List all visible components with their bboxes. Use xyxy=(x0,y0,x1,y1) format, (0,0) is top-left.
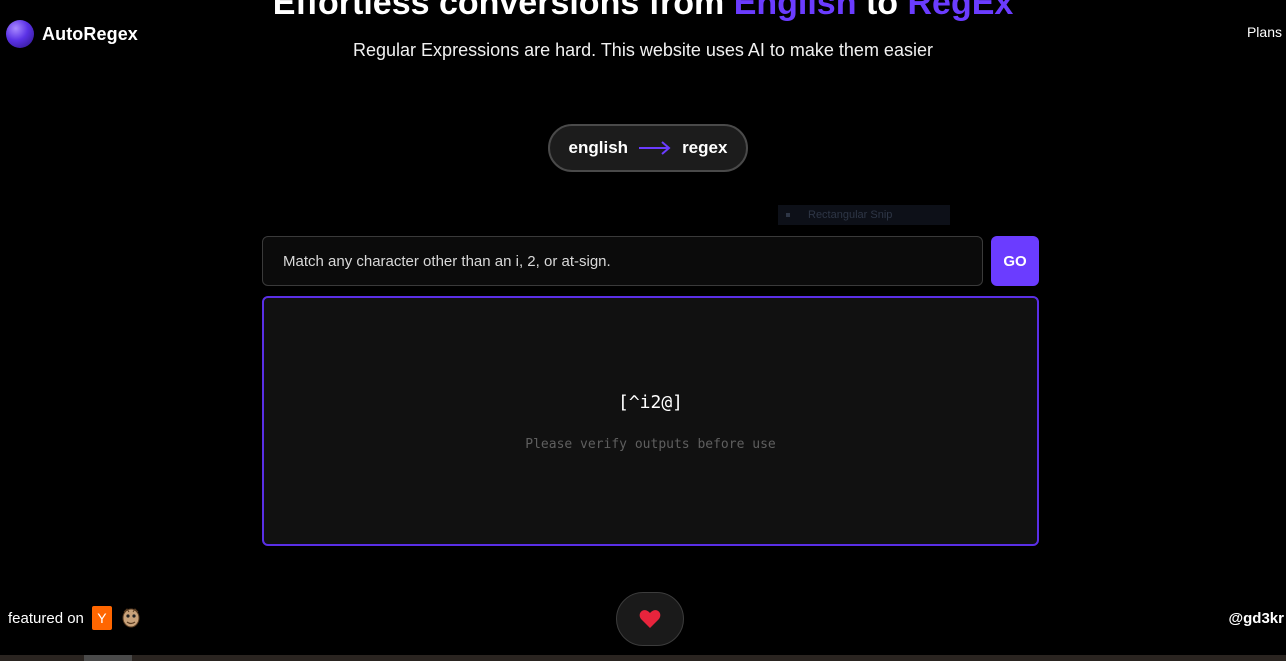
mode-toggle[interactable]: english regex xyxy=(548,124,748,172)
snip-label: Rectangular Snip xyxy=(808,209,893,221)
author-handle[interactable]: @gd3kr xyxy=(1229,610,1284,627)
featured-on: featured on Y xyxy=(8,606,142,630)
bottom-strip-segment xyxy=(84,655,132,661)
hero-title: Effortless conversions from English to R… xyxy=(0,0,1286,23)
output-panel: [^i2@] Please verify outputs before use xyxy=(262,296,1039,546)
output-disclaimer: Please verify outputs before use xyxy=(525,437,776,452)
hero-subtitle: Regular Expressions are hard. This websi… xyxy=(353,40,933,60)
mode-from-label: english xyxy=(568,138,629,157)
output-regex[interactable]: [^i2@] xyxy=(264,392,1037,413)
query-input-value: Match any character other than an i, 2, … xyxy=(283,252,611,270)
arrow-right-icon xyxy=(639,141,671,155)
bottom-strip xyxy=(0,655,1286,661)
snip-tooltip: Rectangular Snip xyxy=(778,205,950,225)
hero-title-regex: RegEx xyxy=(907,0,1014,22)
hero-title-part1: Effortless conversions from xyxy=(272,0,734,22)
mode-to-label: regex xyxy=(682,138,728,157)
heart-button[interactable] xyxy=(616,592,684,646)
product-hunt-mascot-icon[interactable] xyxy=(120,606,142,630)
snip-icon xyxy=(786,213,790,217)
go-button[interactable]: GO xyxy=(991,236,1039,286)
hero-title-english: English xyxy=(733,0,857,22)
query-input[interactable]: Match any character other than an i, 2, … xyxy=(262,236,983,286)
page: AutoRegex Plans Effortless conversions f… xyxy=(0,0,1286,661)
featured-label: featured on xyxy=(8,609,84,627)
hero-title-part2: to xyxy=(856,0,908,22)
ycombinator-icon[interactable]: Y xyxy=(91,606,112,630)
plans-link[interactable]: Plans xyxy=(1247,24,1282,40)
heart-icon xyxy=(639,610,661,628)
